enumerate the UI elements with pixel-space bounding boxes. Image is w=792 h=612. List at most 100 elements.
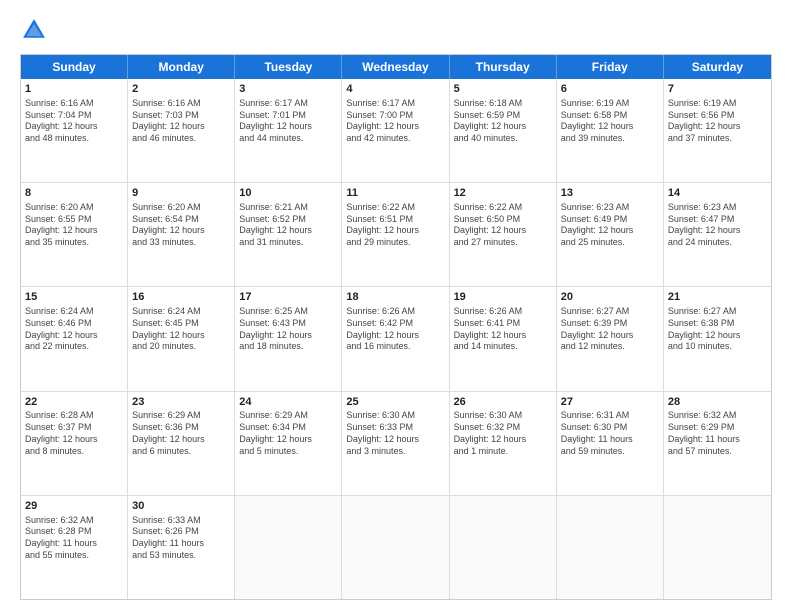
day-info: Daylight: 12 hours xyxy=(132,121,230,133)
day-info: Sunrise: 6:19 AM xyxy=(561,98,659,110)
day-info: Sunset: 6:36 PM xyxy=(132,422,230,434)
day-info: Sunrise: 6:32 AM xyxy=(25,515,123,527)
calendar-day: 4Sunrise: 6:17 AMSunset: 7:00 PMDaylight… xyxy=(342,79,449,182)
day-number: 12 xyxy=(454,186,552,201)
day-number: 22 xyxy=(25,395,123,410)
day-info: Sunset: 6:49 PM xyxy=(561,214,659,226)
day-number: 10 xyxy=(239,186,337,201)
day-info: and 14 minutes. xyxy=(454,341,552,353)
day-info: Sunrise: 6:22 AM xyxy=(454,202,552,214)
calendar-day: 21Sunrise: 6:27 AMSunset: 6:38 PMDayligh… xyxy=(664,287,771,390)
day-number: 4 xyxy=(346,82,444,97)
day-info: Daylight: 11 hours xyxy=(25,538,123,550)
day-info: Daylight: 12 hours xyxy=(132,225,230,237)
page: SundayMondayTuesdayWednesdayThursdayFrid… xyxy=(0,0,792,612)
day-info: Sunset: 6:46 PM xyxy=(25,318,123,330)
day-info: and 35 minutes. xyxy=(25,237,123,249)
calendar-day: 30Sunrise: 6:33 AMSunset: 6:26 PMDayligh… xyxy=(128,496,235,599)
logo xyxy=(20,16,52,44)
calendar-day: 3Sunrise: 6:17 AMSunset: 7:01 PMDaylight… xyxy=(235,79,342,182)
day-number: 15 xyxy=(25,290,123,305)
calendar-day: 18Sunrise: 6:26 AMSunset: 6:42 PMDayligh… xyxy=(342,287,449,390)
calendar-day: 16Sunrise: 6:24 AMSunset: 6:45 PMDayligh… xyxy=(128,287,235,390)
calendar-day: 10Sunrise: 6:21 AMSunset: 6:52 PMDayligh… xyxy=(235,183,342,286)
calendar-body: 1 Sunrise: 6:16 AM Sunset: 7:04 PM Daylight… xyxy=(21,79,771,599)
day-number: 23 xyxy=(132,395,230,410)
day-info: Sunrise: 6:22 AM xyxy=(346,202,444,214)
calendar-day: 8Sunrise: 6:20 AMSunset: 6:55 PMDaylight… xyxy=(21,183,128,286)
day-info: Sunset: 6:55 PM xyxy=(25,214,123,226)
day-number: 19 xyxy=(454,290,552,305)
day-info: Sunrise: 6:24 AM xyxy=(132,306,230,318)
day-info: and 33 minutes. xyxy=(132,237,230,249)
day-info: and 1 minute. xyxy=(454,446,552,458)
calendar-week: 29Sunrise: 6:32 AMSunset: 6:28 PMDayligh… xyxy=(21,496,771,599)
day-info: Daylight: 12 hours xyxy=(239,121,337,133)
day-info: Daylight: 12 hours xyxy=(454,225,552,237)
day-number: 24 xyxy=(239,395,337,410)
calendar-day: 1Sunrise: 6:16 AMSunset: 7:04 PMDaylight… xyxy=(21,79,128,182)
day-info: Sunrise: 6:20 AM xyxy=(25,202,123,214)
day-info: Sunrise: 6:25 AM xyxy=(239,306,337,318)
day-info: Sunset: 7:00 PM xyxy=(346,110,444,122)
day-info: Daylight: 12 hours xyxy=(346,330,444,342)
day-info: and 37 minutes. xyxy=(668,133,767,145)
day-info: Daylight: 12 hours xyxy=(346,434,444,446)
day-info: Daylight: 12 hours xyxy=(454,121,552,133)
calendar-day xyxy=(450,496,557,599)
day-info: Sunset: 6:34 PM xyxy=(239,422,337,434)
day-info: Daylight: 12 hours xyxy=(239,330,337,342)
day-info: Daylight: 11 hours xyxy=(561,434,659,446)
day-info: Sunset: 6:43 PM xyxy=(239,318,337,330)
day-info: Sunrise: 6:16 AM xyxy=(132,98,230,110)
day-info: Sunrise: 6:18 AM xyxy=(454,98,552,110)
day-info: Sunset: 6:45 PM xyxy=(132,318,230,330)
day-info: Daylight: 12 hours xyxy=(561,225,659,237)
day-info: Sunset: 6:47 PM xyxy=(668,214,767,226)
day-number: 21 xyxy=(668,290,767,305)
day-info: Sunrise: 6:17 AM xyxy=(346,98,444,110)
weekday-header: Friday xyxy=(557,55,664,79)
day-info: and 31 minutes. xyxy=(239,237,337,249)
day-info: Daylight: 12 hours xyxy=(25,330,123,342)
day-number: 2 xyxy=(132,82,230,97)
day-info: Sunrise: 6:30 AM xyxy=(454,410,552,422)
day-number: 9 xyxy=(132,186,230,201)
day-info: Sunrise: 6:23 AM xyxy=(668,202,767,214)
day-info: Sunrise: 6:19 AM xyxy=(668,98,767,110)
day-info: and 27 minutes. xyxy=(454,237,552,249)
day-number: 17 xyxy=(239,290,337,305)
day-info: Daylight: 12 hours xyxy=(561,121,659,133)
day-info: Daylight: 12 hours xyxy=(346,225,444,237)
weekday-header: Saturday xyxy=(664,55,771,79)
day-info: Sunset: 6:38 PM xyxy=(668,318,767,330)
weekday-header: Monday xyxy=(128,55,235,79)
day-info: Sunset: 6:52 PM xyxy=(239,214,337,226)
day-info: and 40 minutes. xyxy=(454,133,552,145)
day-info: Sunset: 6:37 PM xyxy=(25,422,123,434)
calendar-day: 22Sunrise: 6:28 AMSunset: 6:37 PMDayligh… xyxy=(21,392,128,495)
day-number: 25 xyxy=(346,395,444,410)
day-info: Sunrise: 6:26 AM xyxy=(346,306,444,318)
weekday-header: Tuesday xyxy=(235,55,342,79)
day-info: Daylight: 12 hours xyxy=(132,434,230,446)
day-number: 18 xyxy=(346,290,444,305)
day-number: 1 xyxy=(25,82,123,97)
day-info: and 16 minutes. xyxy=(346,341,444,353)
calendar-day: 15Sunrise: 6:24 AMSunset: 6:46 PMDayligh… xyxy=(21,287,128,390)
day-number: 30 xyxy=(132,499,230,514)
day-number: 8 xyxy=(25,186,123,201)
day-info: Daylight: 12 hours xyxy=(454,434,552,446)
calendar-day: 14Sunrise: 6:23 AMSunset: 6:47 PMDayligh… xyxy=(664,183,771,286)
day-number: 16 xyxy=(132,290,230,305)
calendar-day: 11Sunrise: 6:22 AMSunset: 6:51 PMDayligh… xyxy=(342,183,449,286)
calendar-day: 7Sunrise: 6:19 AMSunset: 6:56 PMDaylight… xyxy=(664,79,771,182)
day-info: Daylight: 12 hours xyxy=(561,330,659,342)
day-info: Sunset: 6:56 PM xyxy=(668,110,767,122)
weekday-header: Thursday xyxy=(450,55,557,79)
day-info: Sunset: 6:28 PM xyxy=(25,526,123,538)
day-info: Sunset: 7:04 PM xyxy=(25,110,123,122)
day-info: Sunset: 6:41 PM xyxy=(454,318,552,330)
calendar-day: 24Sunrise: 6:29 AMSunset: 6:34 PMDayligh… xyxy=(235,392,342,495)
day-info: Sunrise: 6:28 AM xyxy=(25,410,123,422)
